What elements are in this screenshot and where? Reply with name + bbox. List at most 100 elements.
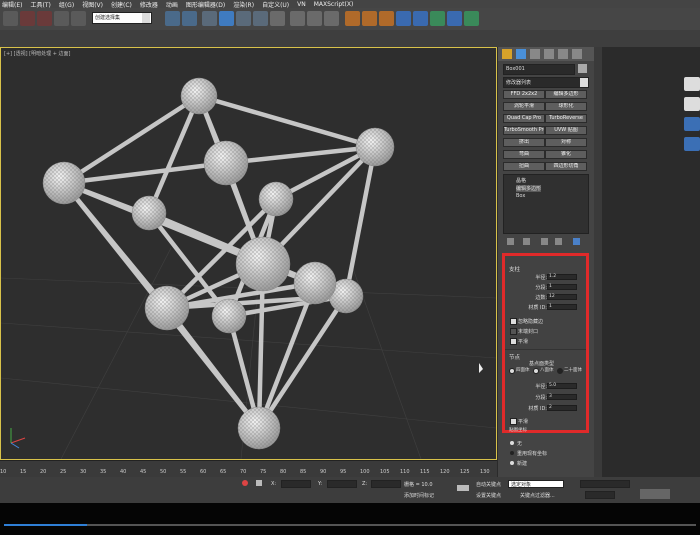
joint-radius-spinner[interactable]: 5.0 [547,383,577,389]
create-tab-icon[interactable] [502,49,512,59]
side-icon[interactable] [684,97,700,111]
lock-selection-icon[interactable] [242,480,248,486]
schematic-icon[interactable] [253,11,268,26]
layer-icon[interactable] [202,11,217,26]
utilities-tab-icon[interactable] [572,49,582,59]
modify-tab-icon[interactable] [516,49,526,59]
plugin-icon-3[interactable] [379,11,394,26]
end-caps-checkbox[interactable] [510,328,517,335]
hierarchy-tab-icon[interactable] [530,49,540,59]
material-editor-icon[interactable] [270,11,285,26]
menu-maxscript[interactable]: MAXScript(X) [314,1,354,8]
side-icon[interactable] [684,77,700,91]
align-icon[interactable] [182,11,197,26]
mapping-title: 贴图坐标 [509,428,527,433]
panel-scrollbar[interactable] [594,47,602,477]
joint-material-spinner[interactable]: 2 [547,405,577,411]
icosa-radio[interactable] [557,368,563,374]
absolute-mode-icon[interactable] [256,480,262,486]
mod-button[interactable]: FFD 2x2x2 [503,90,545,99]
bind-icon[interactable] [54,11,69,26]
selection-set-dropdown[interactable]: 创建选择集 [92,12,152,24]
stack-item-edit-poly[interactable]: 编辑多边形 [516,185,542,192]
key-icon[interactable] [457,485,469,491]
display-tab-icon[interactable] [558,49,568,59]
octa-radio[interactable] [533,368,539,374]
modifier-list-dropdown[interactable]: 修改器列表 [503,77,589,88]
strut-material-spinner[interactable]: 1 [547,304,577,310]
mod-button[interactable]: 对称 [545,138,587,147]
x-coordinate-field[interactable] [281,480,311,488]
select-icon[interactable] [3,11,18,26]
unlink-icon[interactable] [37,11,52,26]
strut-sides-spinner[interactable]: 12 [547,294,577,300]
plugin-icon-5[interactable] [413,11,428,26]
set-key-button[interactable]: 设置关键点 [476,492,501,499]
add-time-tag[interactable]: 添加时间标记 [404,492,434,499]
mod-button[interactable]: 锥化 [545,150,587,159]
pin-stack-icon[interactable] [507,238,514,245]
z-coordinate-field[interactable] [371,480,401,488]
selected-object-dropdown[interactable]: 选定对象 [508,480,564,488]
mouse-cursor-icon [479,363,483,373]
object-name-field[interactable]: Box001 [503,64,575,75]
mod-button[interactable]: 涡轮平滑 [503,102,545,111]
render-setup-icon[interactable] [290,11,305,26]
motion-tab-icon[interactable] [544,49,554,59]
plugin-icon-1[interactable] [345,11,360,26]
timeline[interactable]: 10 15 20 25 30 35 40 45 50 55 60 65 70 7… [0,460,497,478]
mod-button[interactable]: 四边形切角 [545,162,587,171]
side-icon[interactable] [684,137,700,151]
mod-button[interactable]: 挤出 [503,138,545,147]
stack-item-box[interactable]: Box [516,193,525,199]
perspective-viewport[interactable]: [+] [透视] [明暗处理 + 边面] [0,47,497,460]
tetra-radio[interactable] [509,368,515,374]
plugin-icon-8[interactable] [464,11,479,26]
mod-button[interactable]: 扭曲 [503,162,545,171]
playback-controls[interactable] [580,480,630,488]
y-coordinate-field[interactable] [327,480,357,488]
link-icon[interactable] [20,11,35,26]
strut-segments-spinner[interactable]: 1 [547,284,577,290]
object-color-swatch[interactable] [578,64,587,73]
plugin-icon-2[interactable] [362,11,377,26]
viewport-nav-icons[interactable] [640,489,670,499]
auto-key-button[interactable]: 自动关键点 [476,481,501,488]
plugin-icon-6[interactable] [430,11,445,26]
key-filters-button[interactable]: 关键点过滤器... [520,492,555,499]
mapping-new-radio[interactable] [510,461,514,465]
ignore-hidden-checkbox[interactable] [510,318,517,325]
mod-button[interactable]: TurboReverse [545,114,587,123]
strut-radius-spinner[interactable]: 1.2 [547,274,577,280]
plugin-icon-7[interactable] [447,11,462,26]
mod-button[interactable]: Quad Cap Pro [503,114,545,123]
make-unique-icon[interactable] [541,238,548,245]
plugin-icon-4[interactable] [396,11,411,26]
stack-item-lattice[interactable]: 晶格 [516,177,526,184]
side-icon[interactable] [684,117,700,131]
filter-icon[interactable] [71,11,86,26]
mapping-none-radio[interactable] [510,441,514,445]
graphite-icon[interactable] [219,11,234,26]
curve-editor-icon[interactable] [236,11,251,26]
remove-modifier-icon[interactable] [555,238,562,245]
mod-button[interactable]: 编辑多边形 [545,90,587,99]
menu-vn[interactable]: VN [297,1,306,8]
configure-sets-icon[interactable] [573,238,580,245]
render-frame-icon[interactable] [307,11,322,26]
show-end-result-icon[interactable] [523,238,530,245]
joint-smooth-checkbox[interactable] [510,418,517,425]
time-tick: 115 [420,469,430,475]
render-icon[interactable] [324,11,339,26]
strut-smooth-checkbox[interactable] [510,338,517,345]
joint-segments-spinner[interactable]: 3 [547,394,577,400]
mapping-reuse-radio[interactable] [510,451,514,455]
current-frame-field[interactable] [585,491,615,499]
mod-button[interactable]: 弯曲 [503,150,545,159]
mod-button[interactable]: UVW 贴图 [545,126,587,135]
mod-button[interactable]: TurboSmooth Pro [503,126,545,135]
mod-button[interactable]: 球形化 [545,102,587,111]
time-tick: 125 [460,469,470,475]
mirror-icon[interactable] [165,11,180,26]
video-progress-bar[interactable] [4,524,696,526]
